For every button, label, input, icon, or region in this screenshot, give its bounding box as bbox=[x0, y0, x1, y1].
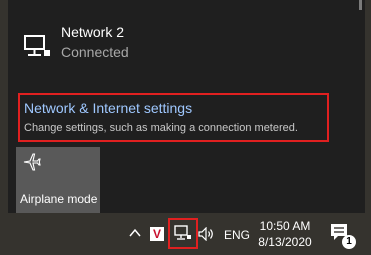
volume-icon[interactable] bbox=[198, 227, 214, 241]
clock-date: 8/13/2020 bbox=[258, 235, 312, 249]
network-internet-settings-link[interactable]: Network & Internet settings Change setti… bbox=[18, 93, 329, 142]
settings-link-title[interactable]: Network & Internet settings bbox=[24, 100, 192, 116]
settings-link-description: Change settings, such as making a connec… bbox=[24, 122, 298, 134]
clock-time: 10:50 AM bbox=[259, 219, 311, 233]
taskbar: V ENG 10:50 AM 8/13/2020 1 bbox=[0, 213, 371, 255]
notification-count-badge: 1 bbox=[342, 235, 356, 249]
clock[interactable]: 10:50 AM 8/13/2020 bbox=[254, 218, 316, 250]
airplane-icon bbox=[23, 153, 41, 171]
network-list-item[interactable]: Network 2 Connected bbox=[8, 15, 353, 75]
network-icon bbox=[174, 225, 191, 240]
network-flyout: Network 2 Connected Network & Internet s… bbox=[8, 0, 365, 213]
input-language-indicator[interactable]: ENG bbox=[224, 228, 250, 242]
network-tray-button[interactable] bbox=[168, 218, 198, 249]
network-status: Connected bbox=[61, 44, 129, 60]
ethernet-monitor-icon bbox=[24, 35, 50, 56]
action-center-button[interactable]: 1 bbox=[330, 223, 356, 249]
airplane-mode-tile[interactable]: Airplane mode bbox=[16, 147, 100, 213]
show-hidden-icons-chevron-icon[interactable] bbox=[128, 227, 142, 239]
app-tray-icon[interactable]: V bbox=[150, 227, 164, 241]
network-name: Network 2 bbox=[61, 24, 125, 40]
scrollbar-thumb[interactable] bbox=[359, 0, 362, 10]
airplane-mode-label: Airplane mode bbox=[20, 192, 98, 206]
